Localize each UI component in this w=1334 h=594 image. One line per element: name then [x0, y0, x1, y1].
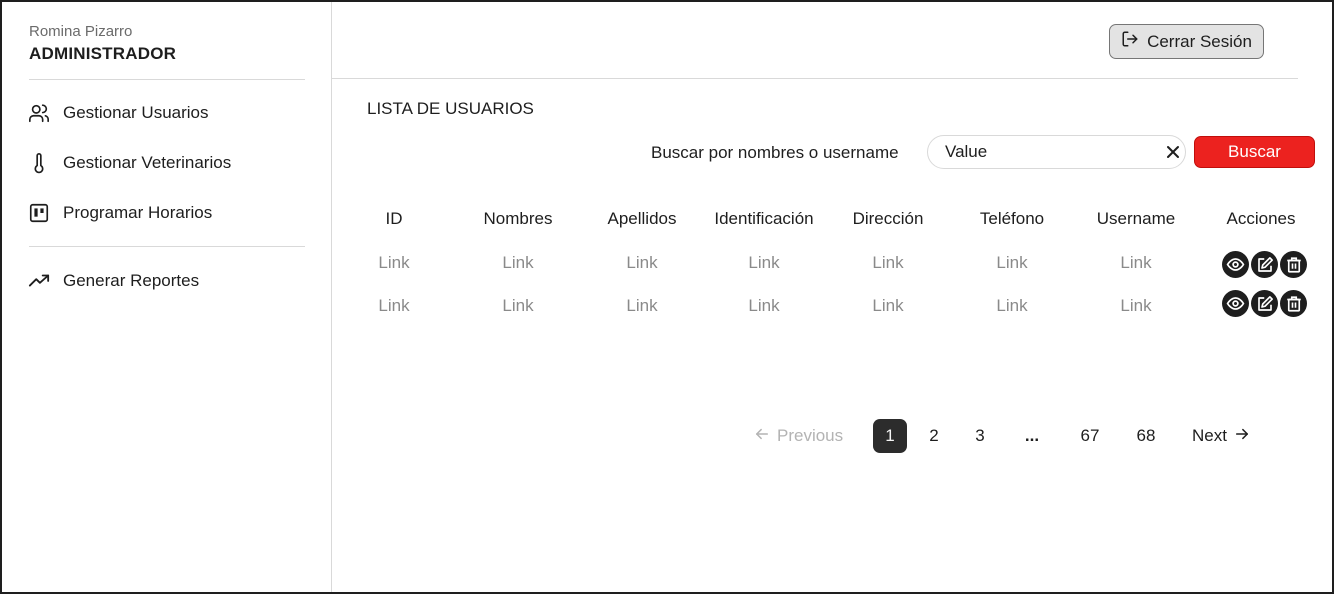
page-button[interactable]: 2 — [918, 419, 950, 453]
trending-up-icon — [27, 269, 51, 293]
logout-button[interactable]: Cerrar Sesión — [1109, 24, 1264, 59]
table-cell-link[interactable]: Link — [702, 296, 826, 316]
search-field — [927, 135, 1186, 169]
table-cell-link[interactable]: Link — [826, 253, 950, 273]
table-cell-link[interactable]: Link — [456, 253, 580, 273]
page-ellipsis: ... — [1024, 426, 1040, 445]
sidebar-item-label: Programar Horarios — [63, 203, 213, 222]
table-cell-link[interactable]: Link — [950, 296, 1074, 316]
table-cell-link[interactable]: Link — [332, 253, 456, 273]
arrow-left-icon — [755, 426, 769, 446]
user-role: ADMINISTRADOR — [29, 44, 177, 63]
sidebar-item-programar-horarios[interactable]: Programar Horarios — [27, 198, 307, 228]
pagination: Previous 1 2 3 ... 67 68 Next — [2, 419, 1334, 453]
close-icon[interactable] — [1166, 143, 1180, 161]
table-cell-link[interactable]: Link — [1074, 296, 1198, 316]
trash-icon[interactable] — [1280, 290, 1307, 317]
column-header-acciones: Acciones — [1226, 209, 1296, 228]
previous-label: Previous — [777, 426, 844, 445]
eye-icon[interactable] — [1222, 251, 1249, 278]
table-cell-link[interactable]: Link — [332, 296, 456, 316]
table-cell-link[interactable]: Link — [456, 296, 580, 316]
sidebar-item-label: Generar Reportes — [63, 271, 200, 290]
search-label: Buscar por nombres o username — [651, 143, 899, 162]
sidebar-item-label: Gestionar Usuarios — [63, 103, 209, 122]
table-cell-link[interactable]: Link — [1074, 253, 1198, 273]
header-divider — [332, 78, 1298, 79]
edit-icon[interactable] — [1251, 290, 1278, 317]
page-button[interactable]: 68 — [1128, 419, 1164, 453]
board-icon — [27, 201, 51, 225]
sidebar-item-gestionar-usuarios[interactable]: Gestionar Usuarios — [27, 98, 307, 128]
page-button[interactable]: 3 — [964, 419, 996, 453]
search-button[interactable]: Buscar — [1194, 136, 1315, 168]
page-button[interactable]: 67 — [1072, 419, 1108, 453]
column-header-apellidos: Apellidos — [607, 209, 677, 228]
table-cell-link[interactable]: Link — [826, 296, 950, 316]
table-cell-link[interactable]: Link — [950, 253, 1074, 273]
thermometer-icon — [27, 151, 51, 175]
users-icon — [27, 101, 51, 125]
eye-icon[interactable] — [1222, 290, 1249, 317]
sidebar-item-label: Gestionar Veterinarios — [63, 153, 232, 172]
table-cell-link[interactable]: Link — [580, 253, 704, 273]
row-actions — [1222, 251, 1307, 278]
page-title: LISTA DE USUARIOS — [367, 99, 534, 118]
column-header-identificacion: Identificación — [714, 209, 814, 228]
column-header-telefono: Teléfono — [979, 209, 1045, 228]
column-header-username: Username — [1096, 209, 1176, 228]
edit-icon[interactable] — [1251, 251, 1278, 278]
search-input[interactable] — [945, 142, 1166, 162]
column-header-nombres: Nombres — [483, 209, 553, 228]
previous-page-button[interactable]: Previous — [755, 419, 843, 453]
trash-icon[interactable] — [1280, 251, 1307, 278]
logout-label: Cerrar Sesión — [1147, 31, 1252, 51]
next-page-button[interactable]: Next — [1192, 419, 1249, 453]
page-button[interactable]: 1 — [873, 419, 907, 453]
column-header-direccion: Dirección — [852, 209, 924, 228]
table-cell-link[interactable]: Link — [702, 253, 826, 273]
log-out-icon — [1121, 30, 1139, 53]
arrow-right-icon — [1235, 426, 1249, 446]
app-window: Romina Pizarro ADMINISTRADOR Gestionar U… — [0, 0, 1334, 594]
next-label: Next — [1192, 426, 1227, 445]
column-header-id: ID — [385, 209, 403, 228]
user-name: Romina Pizarro — [29, 23, 133, 40]
sidebar-divider — [29, 246, 305, 247]
table-cell-link[interactable]: Link — [580, 296, 704, 316]
row-actions — [1222, 290, 1307, 317]
sidebar-divider — [29, 79, 305, 80]
sidebar: Romina Pizarro ADMINISTRADOR Gestionar U… — [2, 2, 332, 592]
sidebar-item-gestionar-veterinarios[interactable]: Gestionar Veterinarios — [27, 148, 307, 178]
sidebar-item-generar-reportes[interactable]: Generar Reportes — [27, 266, 307, 296]
